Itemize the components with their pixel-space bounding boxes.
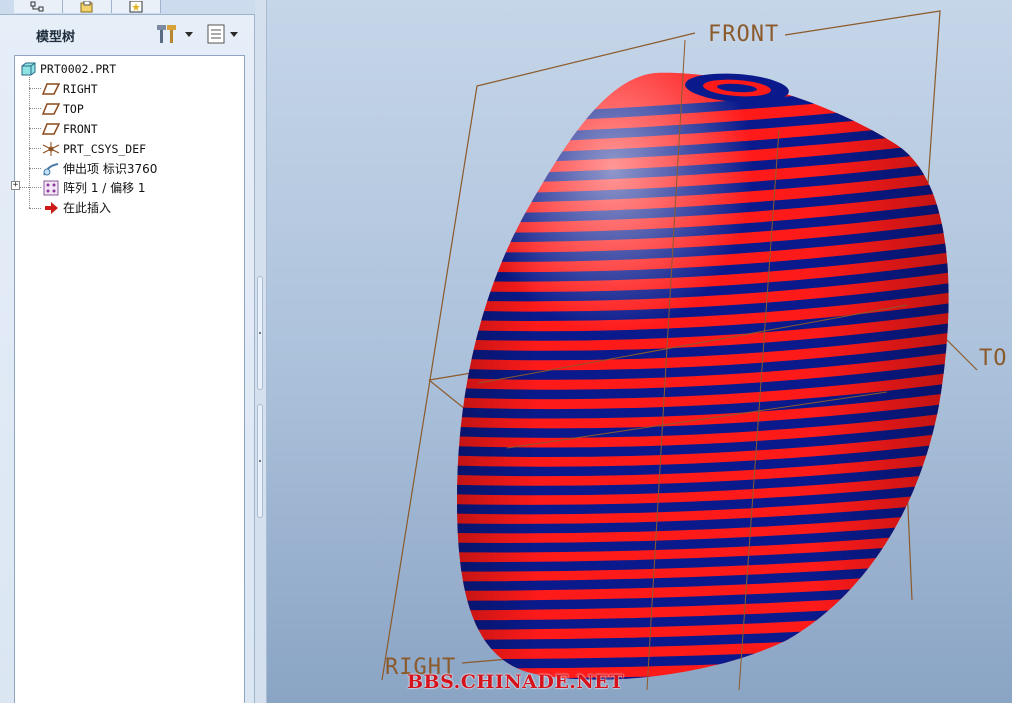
tree-item-label: RIGHT	[63, 81, 98, 96]
chevron-down-icon	[185, 31, 193, 37]
tree-connector	[29, 88, 41, 89]
watermark-text: BBS.CHINADE.NET	[407, 671, 624, 693]
tree-connector	[29, 128, 41, 129]
splitter-grip[interactable]	[257, 276, 263, 390]
tree-connector	[29, 108, 41, 109]
datum-plane-icon	[41, 100, 61, 118]
favorites-tab-icon	[129, 0, 143, 12]
pattern-icon	[41, 179, 61, 197]
tree-item-pattern[interactable]: 阵列 1 / 偏移 1	[41, 178, 146, 197]
list-icon	[207, 24, 225, 44]
front-plane-label[interactable]: FRONT	[708, 22, 779, 47]
navigator-panel: 模型树 + PRT0002.PRT RIGHT TOP FRONT PRT_CS…	[0, 0, 255, 703]
tree-item-label: FRONT	[63, 121, 98, 136]
tree-settings-button[interactable]	[157, 22, 193, 46]
tab-favorites[interactable]	[112, 0, 161, 13]
part-icon	[18, 60, 38, 78]
tree-item-label: TOP	[63, 101, 84, 116]
tree-item-csys[interactable]: PRT_CSYS_DEF	[41, 139, 146, 158]
datum-plane-icon	[41, 120, 61, 138]
tree-item-label: PRT0002.PRT	[40, 61, 117, 76]
tab-folder-browser[interactable]	[63, 0, 112, 13]
tree-item-label: 阵列 1 / 偏移 1	[63, 181, 146, 195]
tree-item-label: 在此插入	[63, 201, 112, 215]
tree-item-right-plane[interactable]: RIGHT	[41, 79, 98, 98]
panel-splitter[interactable]	[255, 0, 267, 703]
tree-connector	[29, 77, 30, 208]
insert-here-arrow-icon	[41, 199, 61, 217]
datum-plane-icon	[41, 80, 61, 98]
chevron-down-icon	[230, 31, 238, 37]
tree-item-insert-here[interactable]: 在此插入	[41, 198, 111, 217]
tree-item-part[interactable]: PRT0002.PRT	[18, 59, 116, 78]
striped-body	[457, 72, 949, 680]
tree-show-button[interactable]	[206, 22, 238, 46]
coordinate-system-icon	[41, 140, 61, 158]
folder-tab-icon	[80, 0, 93, 12]
tree-item-top-plane[interactable]: TOP	[41, 99, 84, 118]
tree-item-label: 伸出项 标识3760	[63, 162, 158, 176]
tree-item-protrusion[interactable]: 伸出项 标识3760	[41, 159, 157, 178]
tree-connector	[29, 148, 41, 149]
expand-toggle[interactable]: +	[11, 181, 20, 190]
graphics-viewport[interactable]: FRONT TO RIGHT BBS.CHINADE.NET	[267, 0, 1012, 703]
tree-item-label: PRT_CSYS_DEF	[63, 141, 147, 156]
model-tree-title: 模型树	[36, 30, 76, 45]
tree-connector	[29, 208, 41, 209]
tree-item-front-plane[interactable]: FRONT	[41, 119, 98, 138]
tree-connector	[29, 168, 41, 169]
navigator-tab-strip	[0, 0, 255, 15]
splitter-grip[interactable]	[257, 404, 263, 518]
model-render	[381, 10, 978, 691]
model-tree-header: 模型树	[0, 18, 255, 50]
model-tree-tab-icon	[30, 1, 44, 11]
tree-connector	[20, 187, 41, 188]
tab-model-tree[interactable]	[14, 0, 63, 13]
tools-icon	[157, 25, 176, 43]
top-plane-label[interactable]: TO	[979, 346, 1008, 371]
protrusion-icon	[41, 160, 61, 178]
